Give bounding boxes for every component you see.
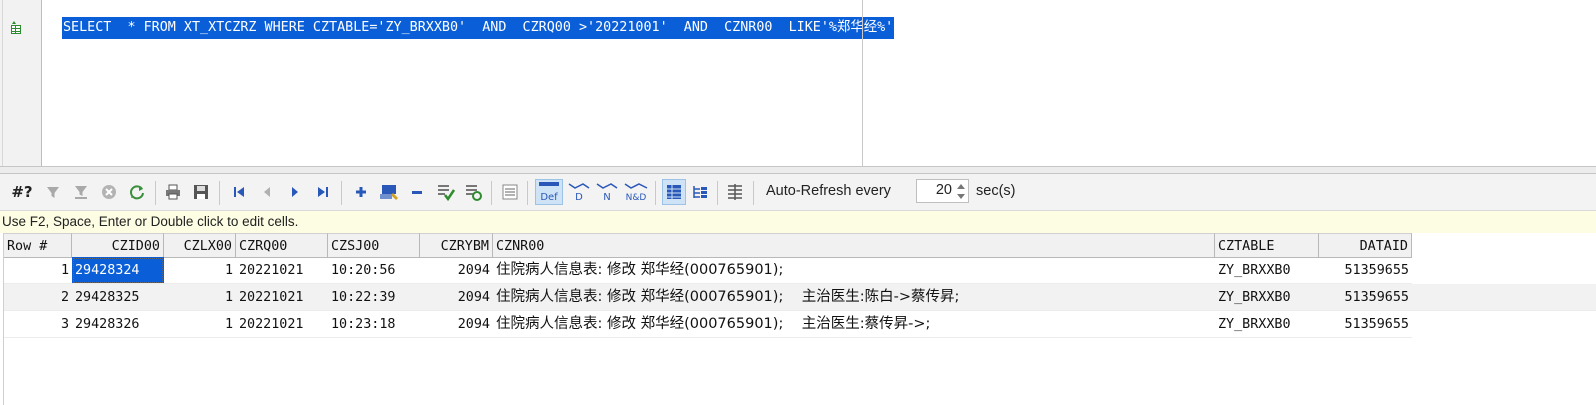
row-number-cell[interactable]: 2 — [4, 284, 72, 311]
cell-cztable[interactable]: ZY_BRXXB0 — [1215, 311, 1319, 338]
cell-dataid[interactable]: 51359655 — [1319, 311, 1412, 338]
selected-cell-czid00[interactable]: 29428324 — [72, 257, 164, 284]
cell-dataid[interactable]: 51359655 — [1319, 284, 1412, 311]
toolbar-separator — [527, 181, 528, 205]
refresh-icon[interactable] — [127, 182, 147, 202]
last-record-icon[interactable] — [313, 182, 333, 202]
cell-czsj00[interactable]: 10:23:18 — [328, 311, 420, 338]
cell-cztable[interactable]: ZY_BRXXB0 — [1215, 257, 1319, 284]
cell-cznr00[interactable]: 住院病人信息表: 修改 郑华经(000765901); — [493, 257, 1215, 284]
toolbar-separator — [655, 181, 656, 205]
column-header-czsj00[interactable]: CZSJ00 — [328, 233, 420, 258]
clear-icon[interactable] — [500, 182, 520, 202]
cell-czlx00[interactable]: 1 — [164, 284, 236, 311]
toolbar-separator — [717, 181, 718, 205]
toolbar-separator — [219, 181, 220, 205]
save-icon[interactable] — [191, 182, 211, 202]
toolbar-separator — [491, 181, 492, 205]
row-number-cell[interactable]: 1 — [4, 257, 72, 284]
default-view-icon[interactable]: Def — [535, 179, 563, 205]
refresh-record-icon[interactable] — [463, 182, 483, 202]
n-view-icon[interactable]: N — [595, 182, 619, 203]
cell-czrq00[interactable]: 20221021 — [236, 257, 328, 284]
column-header-cztable[interactable]: CZTABLE — [1215, 233, 1319, 258]
filter-clear-icon[interactable] — [71, 182, 91, 202]
execute-line-icon[interactable] — [9, 21, 23, 35]
column-header-row-number[interactable]: Row # — [4, 233, 72, 258]
cell-czrybm[interactable]: 2094 — [420, 284, 493, 311]
cell-cztable[interactable]: ZY_BRXXB0 — [1215, 284, 1319, 311]
filter-icon[interactable] — [43, 182, 63, 202]
insert-record-icon[interactable] — [351, 182, 371, 202]
sql-query-text[interactable]: SELECT * FROM XT_XTCZRZ WHERE CZTABLE='Z… — [62, 17, 895, 39]
cell-czid00[interactable]: 29428325 — [72, 284, 164, 311]
edit-hint-bar: Use F2, Space, Enter or Double click to … — [0, 211, 1596, 233]
editor-gutter — [0, 0, 42, 166]
spin-up-icon[interactable] — [955, 182, 966, 191]
cell-czsj00[interactable]: 10:20:56 — [328, 257, 420, 284]
grid-view-icon[interactable] — [662, 179, 686, 205]
column-header-dataid[interactable]: DATAID — [1319, 233, 1412, 258]
toolbar-separator — [341, 181, 342, 205]
svg-text:N: N — [603, 192, 610, 203]
tree-view-icon[interactable] — [690, 182, 710, 202]
spin-down-icon[interactable] — [955, 192, 966, 201]
svg-text:D: D — [575, 192, 583, 203]
cell-czrybm[interactable]: 2094 — [420, 257, 493, 284]
edit-record-icon[interactable] — [379, 182, 399, 202]
sql-editor[interactable]: SELECT * FROM XT_XTCZRZ WHERE CZTABLE='Z… — [0, 0, 1596, 166]
row-number-cell[interactable]: 3 — [4, 311, 72, 338]
auto-refresh-unit-label: sec(s) — [976, 183, 1016, 199]
auto-refresh-interval-spinner[interactable]: 20 — [916, 179, 969, 203]
layout-icon[interactable] — [725, 182, 745, 202]
delete-record-icon[interactable] — [407, 182, 427, 202]
row-count-button[interactable]: #? — [9, 182, 35, 202]
column-header-czid00[interactable]: CZID00 — [72, 233, 164, 258]
column-header-czrybm[interactable]: CZRYBM — [420, 233, 493, 258]
nd-view-icon[interactable]: N&D — [623, 182, 649, 203]
column-header-cznr00[interactable]: CZNR00 — [493, 233, 1215, 258]
cell-czlx00[interactable]: 1 — [164, 311, 236, 338]
post-icon[interactable] — [435, 182, 455, 202]
svg-text:N&D: N&D — [626, 193, 647, 203]
cell-dataid[interactable]: 51359655 — [1319, 257, 1412, 284]
auto-refresh-label: Auto-Refresh every — [766, 183, 891, 199]
gutter-outline — [2, 0, 3, 166]
next-record-icon[interactable] — [285, 182, 305, 202]
cell-czid00[interactable]: 29428326 — [72, 311, 164, 338]
cell-czsj00[interactable]: 10:22:39 — [328, 284, 420, 311]
editor-right-margin — [862, 0, 863, 166]
cell-czrq00[interactable]: 20221021 — [236, 284, 328, 311]
toolbar-separator — [155, 181, 156, 205]
first-record-icon[interactable] — [229, 182, 249, 202]
column-header-czrq00[interactable]: CZRQ00 — [236, 233, 328, 258]
toolbar-separator — [753, 181, 754, 205]
column-header-czlx00[interactable]: CZLX00 — [164, 233, 236, 258]
cell-cznr00[interactable]: 住院病人信息表: 修改 郑华经(000765901); 主治医生:陈白->蔡传昇… — [493, 284, 1215, 311]
print-icon[interactable] — [163, 182, 183, 202]
editor-grid-splitter[interactable] — [0, 166, 1596, 174]
results-grid[interactable]: Row # CZID00 CZLX00 CZRQ00 CZSJ00 CZRYBM… — [0, 233, 1596, 405]
cancel-icon[interactable] — [99, 182, 119, 202]
auto-refresh-interval-value[interactable]: 20 — [936, 182, 952, 198]
prior-record-icon[interactable] — [257, 182, 277, 202]
cell-cznr00[interactable]: 住院病人信息表: 修改 郑华经(000765901); 主治医生:蔡传昇->; — [493, 311, 1215, 338]
grid-toolbar: #? Def D N N&D Auto-Refresh every 20 sec… — [0, 174, 1596, 211]
cell-czlx00[interactable]: 1 — [164, 257, 236, 284]
cell-czrybm[interactable]: 2094 — [420, 311, 493, 338]
svg-text:Def: Def — [540, 192, 558, 203]
cell-czrq00[interactable]: 20221021 — [236, 311, 328, 338]
d-view-icon[interactable]: D — [567, 182, 591, 203]
row-stripe-filler — [1412, 284, 1596, 311]
